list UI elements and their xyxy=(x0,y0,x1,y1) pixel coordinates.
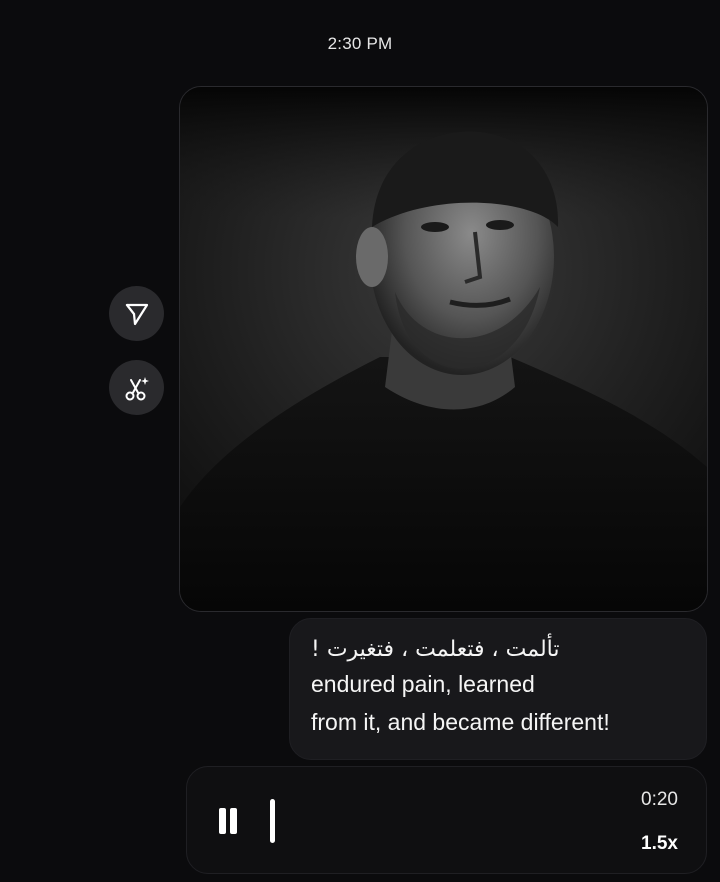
voice-duration: 0:20 xyxy=(641,789,678,810)
english-caption-line-1: endured pain, learned xyxy=(311,671,535,697)
message-timestamp: 2:30 PM xyxy=(327,34,393,53)
voice-message-bubble[interactable]: 0:20 1.5x xyxy=(186,766,707,874)
english-caption-line-2: from it, and became different! xyxy=(311,709,610,735)
pause-icon xyxy=(219,808,226,834)
caption-message-bubble[interactable]: تألمت ، فتعلمت ، فتغيرت ! endured pain, … xyxy=(289,618,707,760)
arabic-caption: تألمت ، فتعلمت ، فتغيرت ! xyxy=(311,637,560,662)
pause-button[interactable] xyxy=(219,808,239,836)
remix-button[interactable] xyxy=(109,360,164,415)
portrait-photo xyxy=(180,87,707,611)
share-button[interactable] xyxy=(109,286,164,341)
playback-scrubber[interactable] xyxy=(270,799,275,843)
paper-plane-icon xyxy=(125,303,148,325)
scissors-sparkle-icon xyxy=(125,376,149,400)
photo-message[interactable] xyxy=(179,86,708,612)
playback-speed-button[interactable]: 1.5x xyxy=(641,833,678,855)
